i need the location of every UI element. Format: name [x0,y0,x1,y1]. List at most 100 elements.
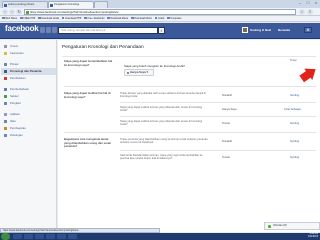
taskbar-app[interactable] [24,234,33,239]
notifications-icon[interactable] [52,27,57,33]
lock-icon [26,11,29,14]
edit-link[interactable]: Sunting [290,156,299,159]
bookmark-icon [84,16,87,20]
edit-link[interactable]: Sunting [290,140,299,143]
sidebar-item-support[interactable]: Dukungan [1,132,56,139]
back-icon[interactable]: ‹ [2,9,8,15]
setting-question: Siapa yang boleh mengirim ke Kronologi A… [124,64,185,68]
online-dot-icon [268,225,271,228]
profile-link[interactable]: Sodong K Nzal [250,28,271,32]
page-title: Pengaturan Kronologi dan Penandaan [62,45,144,50]
divider [120,150,316,151]
wrench-icon[interactable]: ≡ [307,9,313,15]
sidebar-item-followers[interactable]: Pengikut [1,100,56,107]
setting-description: Saat Anda ditandai dalam kiriman, siapa … [120,154,203,161]
setting-value: Teman [222,156,231,159]
setting-description: Tinjau kiriman yang ditandai oleh teman … [120,92,206,99]
url-input[interactable]: https://www.facebook.com/settings?tab=ti… [24,9,296,15]
chat-button[interactable]: Obrolan (8) [264,222,320,230]
gear-icon[interactable]: ⚙ [304,27,312,33]
bookmark-item[interactable]: Download Movie [107,16,128,21]
divider [62,56,316,57]
setting-description: Tinjau penanda yang ditambahkan orang ke… [120,138,208,145]
bookmark-item[interactable]: Download Music [131,16,152,21]
ads-icon [4,120,7,123]
sidebar-item-privacy[interactable]: Privasi [1,61,56,68]
avatar[interactable] [242,27,248,33]
sidebar-item-ads[interactable]: Iklan [1,118,56,125]
setting-description: Siapa yang dapat melihat kiriman yang di… [120,120,203,127]
home-link[interactable]: Beranda [278,28,290,32]
facebook-favicon-icon [50,3,53,7]
block-icon [4,77,7,80]
sidebar-item-mobile[interactable]: Seluler [1,93,56,100]
bookmark-icon [154,16,158,20]
bookmark-icon [167,16,170,20]
friend-requests-icon[interactable] [40,27,45,33]
search-icon[interactable]: ⌕ [158,27,165,34]
taskbar-app[interactable] [46,234,55,239]
divider [64,86,316,87]
clock[interactable]: 9:40 AM 2/11/2013 [295,233,319,240]
bookmark-item[interactable]: Download Gratis [38,16,59,21]
lock-icon [4,63,7,66]
setting-value: Hanya Saya [222,108,237,111]
forward-icon[interactable]: › [9,9,15,15]
card-icon [4,127,7,130]
divider [120,102,316,103]
sidebar-item-notifications[interactable]: Pemberitahuan [1,86,56,93]
bookmark-item[interactable]: Web Slices [2,16,17,21]
edit-link[interactable]: Sunting [290,94,299,97]
new-tab-button[interactable] [94,1,108,8]
bookmark-item[interactable]: Gratis [154,16,164,21]
settings-main-panel [58,40,320,232]
help-icon [4,134,7,137]
maximize-window-icon[interactable]: □ [304,0,312,6]
taskbar-app[interactable] [68,234,77,239]
edit-link[interactable]: Sunting [290,122,299,125]
apps-icon [4,113,7,116]
bookmark-item[interactable]: FREE PHP [20,16,35,21]
bookmark-item[interactable]: Kumpulan [167,16,181,21]
search-input[interactable]: Cari orang, tempat dan hal lainnya [58,27,158,34]
reload-icon[interactable]: ↻ [16,9,22,15]
bookmark-item[interactable]: Download PHP [61,16,82,21]
phone-icon [4,95,7,98]
star-icon[interactable]: ☆ [299,9,305,15]
messages-icon[interactable] [46,27,51,33]
bookmark-item[interactable]: Free JavaScript [84,16,104,21]
taskbar-app[interactable] [35,234,44,239]
sidebar-item-general[interactable]: Umum [1,43,56,50]
taskbar-app[interactable] [13,234,22,239]
section-label: Bagaimana cara mengelola tanda yang dita… [64,137,112,149]
globe-icon [4,88,7,91]
bookmarks-bar: Web Slices FREE PHP Download Gratis Down… [0,16,320,22]
facebook-logo[interactable]: facebook [5,24,39,33]
close-window-icon[interactable]: × [312,0,320,6]
section-label: Siapa yang dapat melihat hal hal di kron… [64,91,111,99]
taskbar-app[interactable] [57,234,66,239]
setting-description: Siapa yang dapat melihat kiriman yang di… [120,106,203,113]
red-arrow-annotation [299,68,316,83]
divider [64,132,316,133]
browser-tab-active[interactable]: Pengaturan Kronologi [48,1,94,8]
lock-icon [126,71,129,74]
start-button[interactable] [1,233,10,240]
close-link[interactable]: Tutup [290,59,297,62]
view-as-link[interactable]: Lihat Sebagai [284,108,300,111]
browser-tab[interactable]: sodong sodong photos [2,1,48,8]
setting-value: Teman [222,122,231,125]
minimize-window-icon[interactable]: – [296,0,304,6]
setting-value: Nonaktif [222,94,232,97]
timeline-icon [4,70,7,73]
sidebar-item-timeline[interactable]: Kronologi dan Penanda [1,68,56,75]
sidebar-item-security[interactable]: Keamanan [1,50,56,57]
sidebar-item-blocking[interactable]: Pemblokiran [1,75,56,82]
gear-icon [4,45,7,48]
bookmark-icon [107,16,110,20]
divider [120,116,316,117]
sidebar-item-apps[interactable]: Aplikasi [1,111,56,118]
setting-value: Nonaktif [222,140,232,143]
audience-dropdown[interactable]: Hanya Saya ▾ [124,69,154,76]
sidebar-item-payments[interactable]: Pembayaran [1,125,56,132]
